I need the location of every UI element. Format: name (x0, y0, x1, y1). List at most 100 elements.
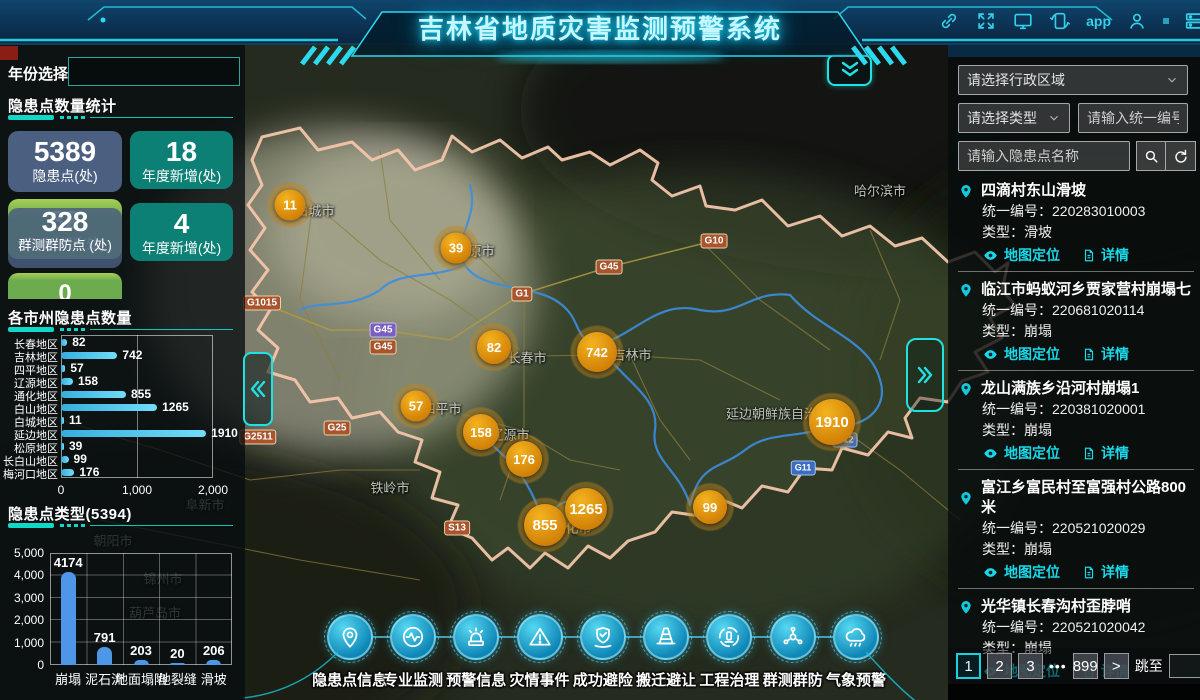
page-button-2[interactable]: 2 (987, 653, 1012, 679)
x-axis-tick: 1,000 (122, 483, 152, 497)
detail-link[interactable]: 详情 (1082, 443, 1129, 463)
section-underline (8, 115, 233, 122)
app-root: 哈尔滨市白城市松原市长春市吉林市四平市辽源市通化市延边朝鲜族自治州铁岭市阜新市朝… (0, 0, 1200, 700)
bar (61, 378, 73, 385)
jump-prefix-label: 跳至 (1135, 656, 1163, 676)
status-dot (1163, 18, 1169, 24)
bar-value-label: 4174 (43, 555, 93, 570)
chevron-double-right-icon (915, 364, 935, 386)
map-locate-link[interactable]: 地图定位 (982, 562, 1060, 582)
bar (206, 660, 221, 665)
map-locate-link[interactable]: 地图定位 (982, 443, 1060, 463)
city-bar-chart: 长春地区82吉林地区742四平地区57辽源地区158通化地区855白山地区126… (0, 333, 245, 498)
bar (61, 352, 117, 359)
y-axis-tick: 2,000 (0, 613, 44, 627)
monitor-icon[interactable] (1012, 10, 1034, 32)
bar (61, 572, 76, 665)
type-select-value: 请选择类型 (967, 108, 1037, 128)
map-locate-link[interactable]: 地图定位 (982, 245, 1060, 265)
search-icon (1143, 148, 1160, 165)
jump-page-input[interactable] (1169, 654, 1200, 678)
search-button[interactable] (1136, 141, 1166, 171)
hazard-code: 统一编号：220521020029 (958, 518, 1194, 539)
y-axis-tick: 0 (0, 658, 44, 672)
menu-button[interactable]: 专业监测 (381, 608, 444, 700)
menu-button[interactable]: 气象预警 (824, 608, 887, 700)
hazard-links: 地图定位 详情 (958, 245, 1194, 265)
bar-value-label: 176 (79, 465, 99, 479)
stat-card-new2: 4 年度新增(处) (130, 203, 233, 261)
x-axis-label: 崩塌 (55, 669, 81, 688)
collapse-right-button[interactable] (906, 338, 944, 412)
hazard-type: 类型：滑坡 (958, 222, 1194, 243)
detail-link[interactable]: 详情 (1082, 245, 1129, 265)
rotate-device-icon[interactable] (1049, 10, 1071, 32)
menu-button[interactable]: 灾情事件 (508, 608, 571, 700)
eye-icon (982, 446, 999, 461)
app-link[interactable]: app (1086, 13, 1111, 29)
menu-button[interactable]: 工程治理 (698, 608, 761, 700)
eye-icon (982, 347, 999, 362)
next-page-button[interactable]: > (1104, 653, 1129, 679)
region-select[interactable]: 请选择行政区域 (958, 65, 1188, 95)
menu-button-label: 气象预警 (826, 669, 886, 690)
bar (97, 647, 112, 665)
document-icon (1082, 565, 1096, 580)
bar (61, 404, 157, 411)
menu-button[interactable]: 预警信息 (445, 608, 508, 700)
hazard-list-item: 富江乡富民村至富强村公路800米统一编号：220521020029类型：崩塌地图… (958, 469, 1194, 588)
page-button-1[interactable]: 1 (956, 653, 981, 679)
menu-button[interactable]: 成功避险 (571, 608, 634, 700)
right-panel-top-strip (948, 45, 1200, 57)
bar-value-label: 39 (69, 439, 82, 453)
menu-button[interactable]: 隐患点信息 (318, 608, 381, 700)
page-button-3[interactable]: 3 (1018, 653, 1043, 679)
detail-link[interactable]: 详情 (1082, 562, 1129, 582)
collapse-panel-button[interactable] (827, 54, 872, 86)
bar (61, 443, 64, 450)
engineering-icon (706, 614, 752, 660)
stat-card-group-monitor: 328 群测群防点 (处) (8, 208, 122, 268)
pulse-icon (390, 614, 436, 660)
hazard-type: 类型：崩塌 (958, 321, 1194, 342)
code-input-wrap (1078, 103, 1188, 133)
hazard-list-item: 龙山满族乡沿河村崩塌1统一编号：220381020001类型：崩塌地图定位详情 (958, 370, 1194, 469)
type-select[interactable]: 请选择类型 (958, 103, 1070, 133)
fullscreen-icon[interactable] (975, 10, 997, 32)
document-icon (1082, 248, 1096, 263)
bar-value-label: 1910 (211, 426, 238, 440)
location-pin-icon (958, 490, 974, 506)
document-icon (1082, 347, 1096, 362)
menu-button-label: 搬迁避让 (636, 669, 696, 690)
header-icons: app (938, 10, 1200, 32)
menu-button[interactable]: 群测群防 (761, 608, 824, 700)
bar (61, 339, 67, 346)
hazard-name: 富江乡富民村至富强村公路800米 (958, 478, 1194, 518)
y-axis-tick: 5,000 (0, 546, 44, 560)
menu-button[interactable]: 搬迁避让 (634, 608, 697, 700)
weather-icon (833, 614, 879, 660)
year-input[interactable] (68, 57, 240, 86)
collapse-left-button[interactable] (243, 352, 273, 426)
refresh-button[interactable] (1166, 141, 1196, 171)
code-input[interactable] (1087, 110, 1179, 126)
bar-value-label: 158 (78, 374, 98, 388)
eye-icon (982, 248, 999, 263)
x-axis-tick: 0 (58, 483, 65, 497)
refresh-icon (1172, 148, 1189, 165)
menu-button-label: 预警信息 (446, 669, 506, 690)
bar (134, 660, 149, 665)
user-icon[interactable] (1126, 10, 1148, 32)
x-axis-label: 滑坡 (201, 669, 227, 688)
map-locate-link[interactable]: 地图定位 (982, 344, 1060, 364)
page-button-last[interactable]: 899 (1073, 653, 1098, 679)
link-icon[interactable] (938, 10, 960, 32)
server-icon[interactable] (1184, 10, 1200, 32)
y-axis-tick: 4,000 (0, 568, 44, 582)
menu-button-label: 工程治理 (699, 669, 759, 690)
detail-link[interactable]: 详情 (1082, 344, 1129, 364)
eye-icon (982, 565, 999, 580)
y-axis-tick: 3,000 (0, 591, 44, 605)
name-input[interactable] (967, 148, 1121, 164)
y-axis-tick: 1,000 (0, 636, 44, 650)
